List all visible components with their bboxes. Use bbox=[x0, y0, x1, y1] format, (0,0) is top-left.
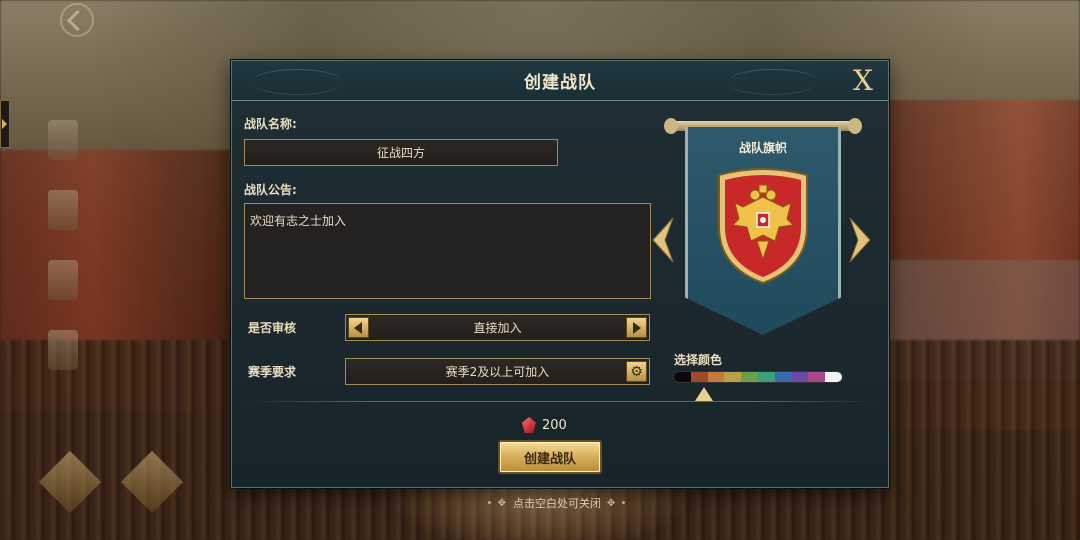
close-hint-text: 点击空白处可关闭 bbox=[513, 497, 601, 510]
menu-icon bbox=[48, 190, 78, 230]
review-next-button[interactable] bbox=[626, 317, 647, 338]
left-menu-faded bbox=[48, 120, 84, 400]
review-selector: 直接加入 bbox=[345, 314, 650, 341]
color-swatch[interactable] bbox=[791, 372, 809, 382]
menu-icon bbox=[48, 120, 78, 160]
season-value: 赛季2及以上可加入 bbox=[445, 365, 550, 379]
color-swatch[interactable] bbox=[690, 372, 708, 382]
dialog-title: 创建战队 bbox=[524, 73, 596, 93]
palette-pointer-icon bbox=[695, 387, 713, 401]
back-icon[interactable] bbox=[60, 3, 94, 37]
banner-prev-arrow[interactable] bbox=[651, 216, 675, 264]
season-requirement-field: 赛季2及以上可加入 ⚙ bbox=[345, 358, 650, 385]
color-select-label: 选择颜色 bbox=[674, 353, 723, 367]
color-swatch[interactable] bbox=[707, 372, 725, 382]
menu-icon bbox=[38, 450, 102, 514]
review-label: 是否审核 bbox=[248, 321, 297, 335]
ornament-right: ✥ • bbox=[607, 497, 628, 509]
color-swatch[interactable] bbox=[757, 372, 775, 382]
gem-icon bbox=[522, 417, 536, 433]
cost-display: 200 bbox=[522, 417, 567, 433]
color-palette[interactable] bbox=[673, 371, 843, 383]
menu-icon bbox=[48, 260, 78, 300]
team-notice-label: 战队公告: bbox=[244, 183, 297, 197]
gear-icon[interactable]: ⚙ bbox=[626, 361, 647, 382]
dialog-header: 创建战队 X bbox=[232, 61, 888, 101]
team-name-label: 战队名称: bbox=[244, 117, 297, 131]
color-swatch[interactable] bbox=[808, 372, 826, 382]
menu-icon bbox=[120, 450, 184, 514]
color-swatch[interactable] bbox=[674, 372, 691, 382]
top-bar bbox=[60, 2, 100, 38]
color-swatch[interactable] bbox=[774, 372, 792, 382]
review-prev-button[interactable] bbox=[348, 317, 369, 338]
banner-next-arrow[interactable] bbox=[848, 216, 872, 264]
review-value: 直接加入 bbox=[473, 321, 522, 335]
team-name-input[interactable]: 征战四方 bbox=[244, 139, 558, 166]
banner-title: 战队旗帜 bbox=[738, 141, 787, 155]
color-swatch[interactable] bbox=[825, 372, 842, 382]
color-swatch[interactable] bbox=[741, 372, 758, 382]
menu-icon bbox=[48, 330, 78, 370]
bottom-menu-faded bbox=[38, 450, 184, 514]
season-label: 赛季要求 bbox=[248, 365, 297, 379]
create-team-button[interactable]: 创建战队 bbox=[498, 440, 602, 474]
close-button[interactable]: X bbox=[848, 66, 878, 96]
create-team-dialog: 创建战队 X 战队名称: 征战四方 战队公告: 欢迎有志之士加入 是否审核 直接… bbox=[231, 60, 889, 488]
shield-emblem-icon bbox=[713, 167, 813, 285]
team-notice-textarea[interactable]: 欢迎有志之士加入 bbox=[244, 203, 651, 299]
color-swatch[interactable] bbox=[724, 372, 742, 382]
cost-value: 200 bbox=[542, 417, 567, 433]
divider bbox=[244, 401, 878, 402]
close-icon: X bbox=[853, 64, 873, 97]
ornament-left: • ✥ bbox=[486, 497, 507, 509]
side-expand-tab[interactable] bbox=[0, 100, 10, 148]
close-hint: • ✥ 点击空白处可关闭 ✥ • bbox=[470, 495, 644, 511]
